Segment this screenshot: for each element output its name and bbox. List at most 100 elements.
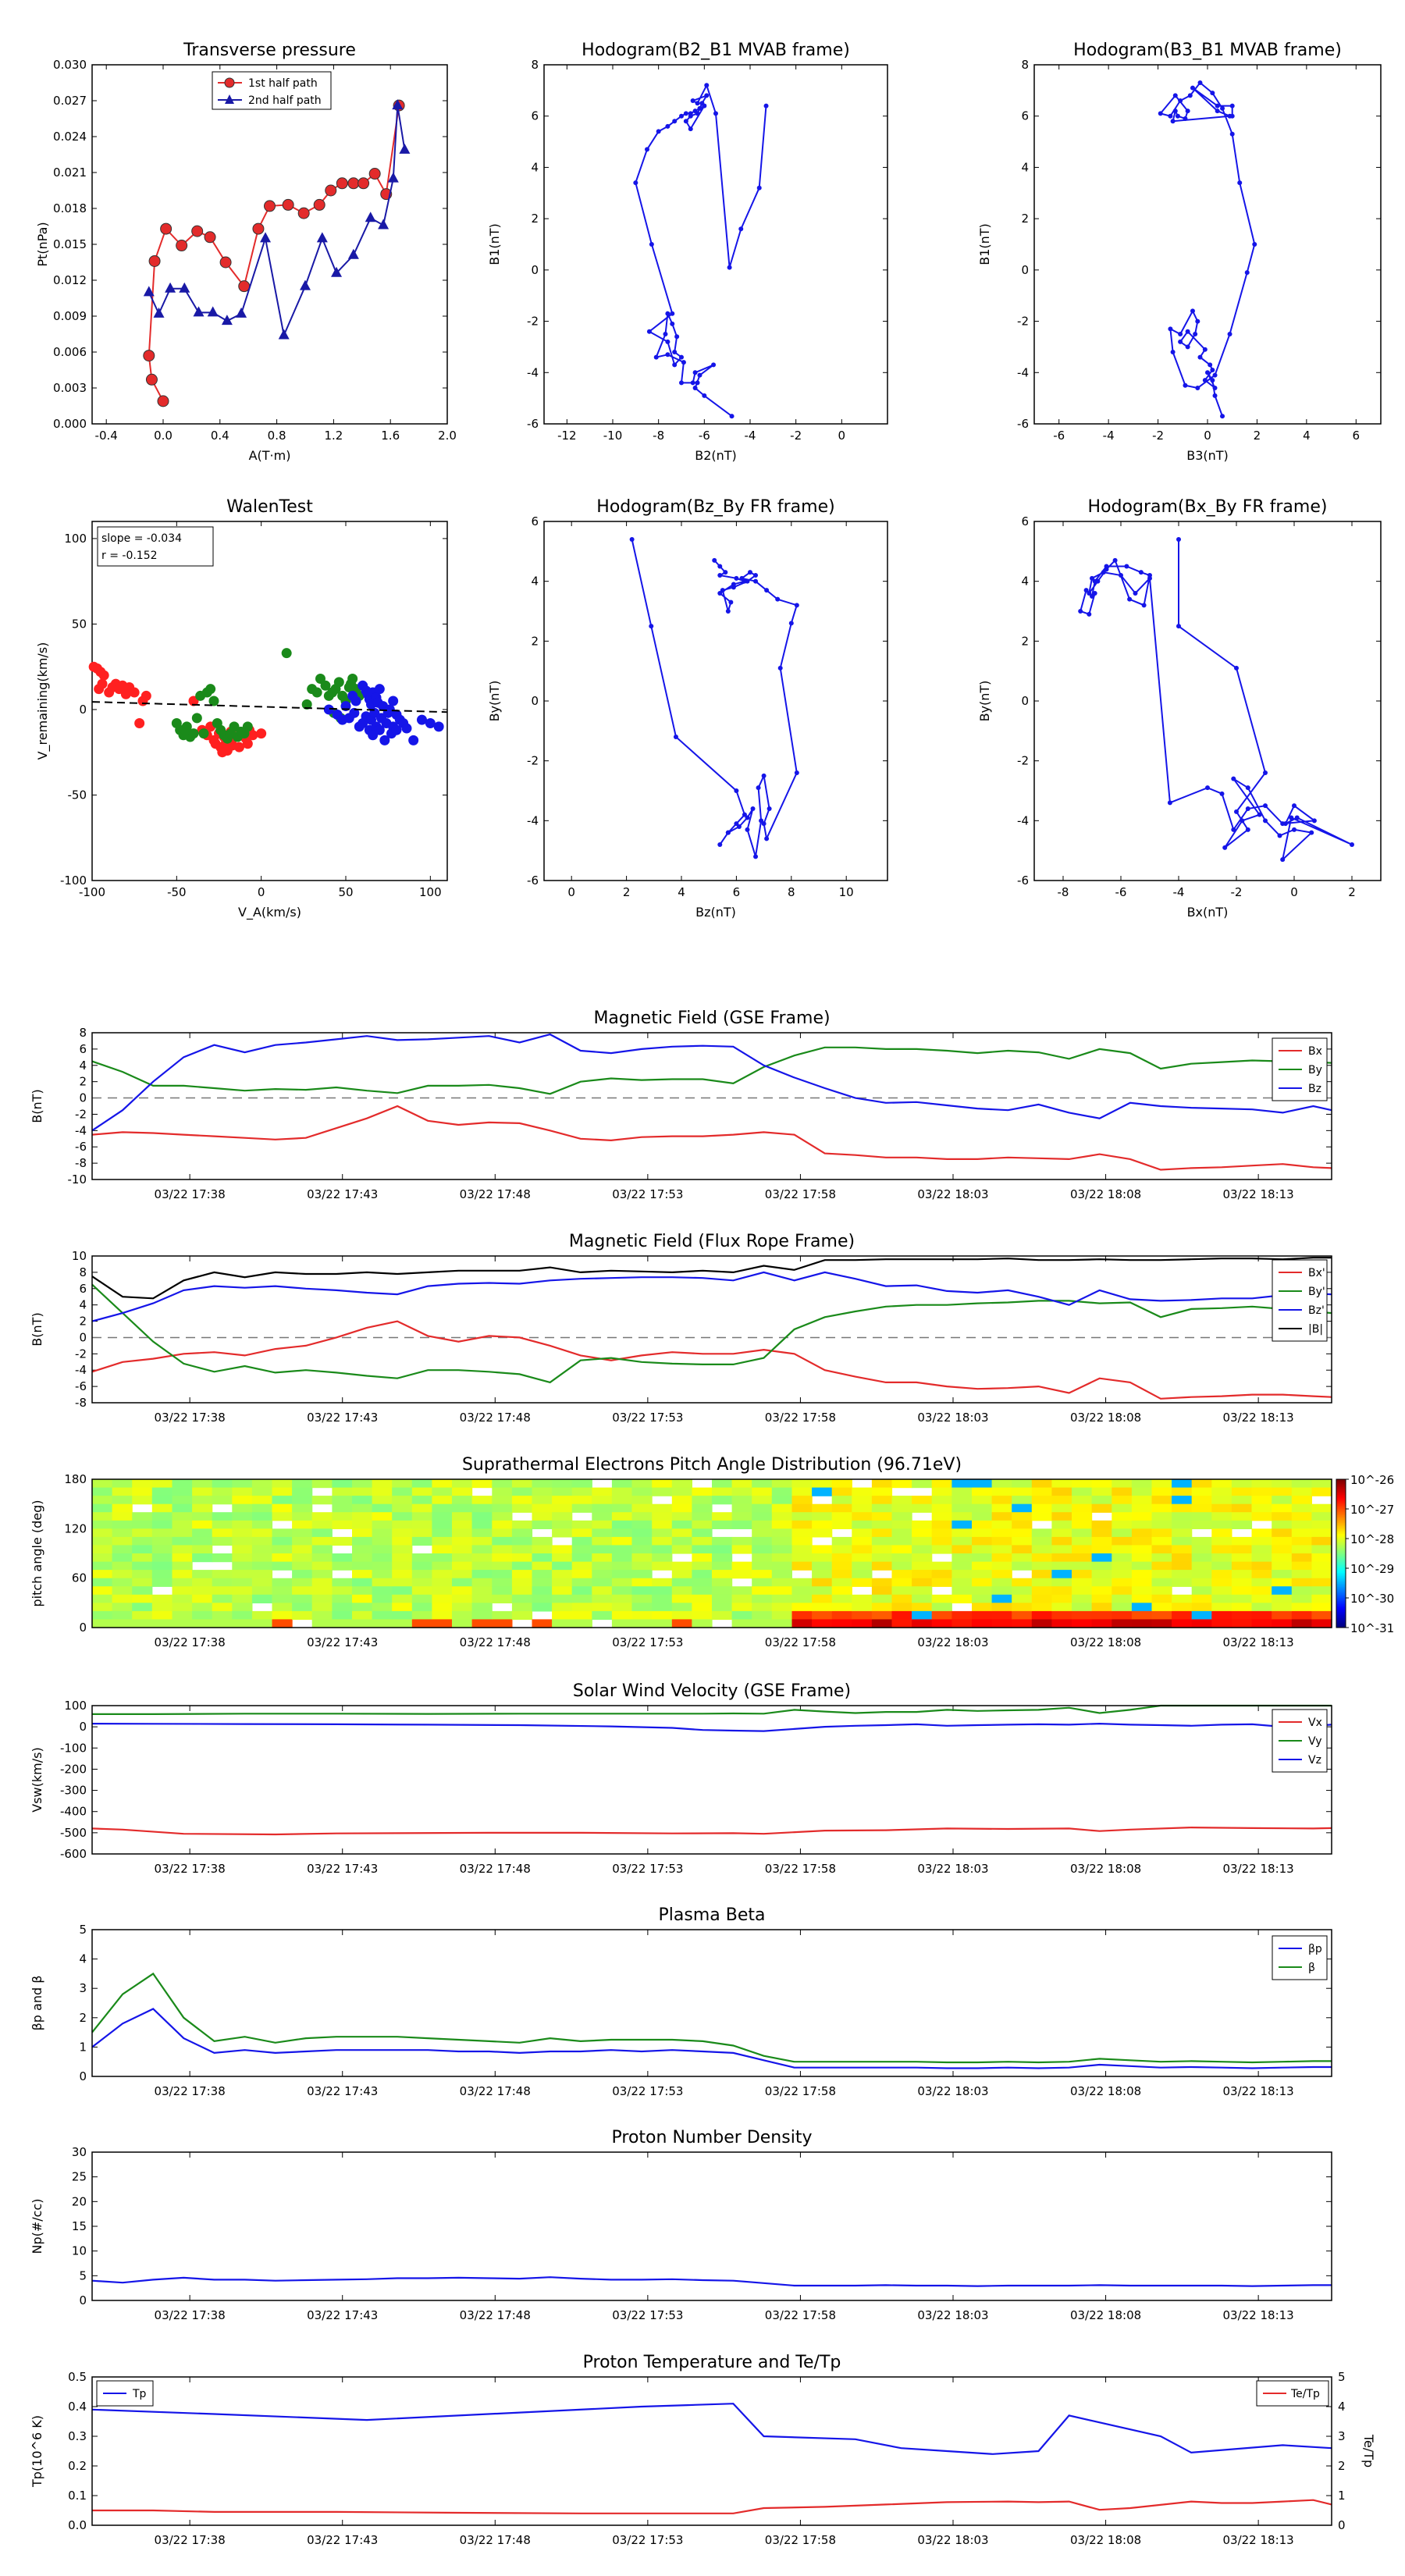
heatmap-cell	[611, 1536, 633, 1546]
heatmap-cell	[1012, 1496, 1033, 1505]
heatmap-cell	[1031, 1536, 1052, 1546]
data-point	[1147, 573, 1152, 578]
chart-title: Transverse pressure	[183, 41, 356, 60]
y-tick-label: -8	[75, 1156, 87, 1170]
y-tick-label: 6	[79, 1282, 87, 1296]
heatmap-cell	[1272, 1503, 1293, 1513]
y-tick-label: 0.4	[68, 2400, 87, 2414]
y-tick-label: 4	[531, 575, 539, 589]
heatmap-cell	[1112, 1528, 1133, 1538]
heatmap-cell	[671, 1603, 692, 1612]
heatmap-cell	[692, 1561, 713, 1571]
data-point	[670, 321, 675, 326]
heatmap-cell	[771, 1503, 792, 1513]
heatmap-cell	[511, 1578, 533, 1587]
heatmap-cell	[112, 1479, 133, 1489]
heatmap-cell	[1291, 1496, 1312, 1505]
data-point	[336, 177, 348, 190]
y-tick-label: 0	[1021, 263, 1029, 277]
heatmap-cell	[92, 1561, 113, 1571]
data-point	[745, 827, 750, 832]
heatmap-cell	[1272, 1570, 1293, 1579]
data-point	[665, 352, 670, 358]
heatmap-cell	[752, 1479, 773, 1489]
colorbar-segment	[1336, 1542, 1346, 1544]
heatmap-cell	[151, 1570, 173, 1579]
chart-title: Hodogram(Bz_By FR frame)	[596, 497, 834, 517]
heatmap-cell	[771, 1594, 792, 1603]
data-point	[1197, 80, 1203, 85]
data-point	[176, 240, 188, 252]
heatmap-cell	[1012, 1545, 1033, 1554]
heatmap-cell	[1051, 1570, 1072, 1579]
heatmap-cell	[852, 1512, 873, 1521]
heatmap-cell	[812, 1586, 833, 1596]
heatmap-cell	[1012, 1479, 1033, 1489]
colorbar-segment	[1336, 1556, 1346, 1558]
y-tick-label: 0.000	[53, 417, 87, 431]
heatmap-cell	[1131, 1603, 1153, 1612]
data-point	[1220, 105, 1225, 111]
chart-panel-2: Hodogram(B3_B1 MVAB frame)-6 -4 -2 0 2 4 6-6-4…	[977, 41, 1382, 463]
series-line	[91, 1320, 1332, 1400]
x-tick-label: 03/22 17:53	[612, 1635, 683, 1649]
y-tick-label: 25	[72, 2170, 87, 2184]
y-axis-label: B1(nT)	[977, 223, 992, 265]
heatmap-cell	[352, 1512, 373, 1521]
y-tick-label: 2	[79, 1075, 87, 1089]
heatmap-cell	[532, 1619, 553, 1628]
heatmap-cell	[592, 1496, 613, 1505]
heatmap-cell	[292, 1496, 313, 1505]
heatmap-cell	[452, 1496, 473, 1505]
heatmap-cell	[631, 1603, 653, 1612]
heatmap-cell	[352, 1578, 373, 1587]
heatmap-cell	[1311, 1503, 1332, 1513]
y-axis-label: βp and β	[30, 1976, 44, 2031]
x-tick-label: -4	[1103, 429, 1115, 443]
heatmap-cell	[1191, 1496, 1212, 1505]
colorbar-segment	[1336, 1495, 1346, 1497]
heatmap-cell	[571, 1479, 592, 1489]
heatmap-cell	[1172, 1561, 1193, 1571]
data-point	[1104, 564, 1109, 569]
legend-label: By	[1308, 1064, 1322, 1076]
data-point	[1170, 119, 1176, 124]
heatmap-cell	[951, 1586, 973, 1596]
heatmap-cell	[471, 1586, 493, 1596]
heatmap-cell	[752, 1553, 773, 1563]
legend-label: |B|	[1308, 1323, 1323, 1336]
heatmap-cell	[771, 1536, 792, 1546]
heatmap-cell	[352, 1570, 373, 1579]
heatmap-cell	[712, 1545, 733, 1554]
y-tick-label: 0	[79, 703, 87, 717]
heatmap-cell	[1191, 1603, 1212, 1612]
y-tick-label: 4	[79, 1952, 87, 1966]
heatmap-cell	[912, 1528, 933, 1538]
heatmap-cell	[1031, 1512, 1052, 1521]
heatmap-cell	[192, 1603, 213, 1612]
colorbar-segment	[1336, 1603, 1346, 1605]
y-tick-label: 0.021	[53, 165, 87, 180]
heatmap-cell	[671, 1487, 692, 1496]
heatmap-cell	[511, 1536, 533, 1546]
series-line	[92, 1704, 1332, 1715]
heatmap-cell	[232, 1561, 253, 1571]
data-point	[207, 306, 219, 317]
heatmap-cell	[731, 1536, 752, 1546]
data-point	[756, 785, 761, 791]
y-tick-label: -6	[75, 1379, 87, 1393]
heatmap-cell	[151, 1578, 173, 1587]
data-point	[278, 329, 290, 340]
data-point	[1185, 344, 1190, 350]
heatmap-cell	[272, 1586, 293, 1596]
heatmap-cell	[1251, 1561, 1272, 1571]
heatmap-cell	[1311, 1479, 1332, 1489]
heatmap-cell	[92, 1528, 113, 1538]
heatmap-cell	[1012, 1578, 1033, 1587]
heatmap-cell	[292, 1545, 313, 1554]
heatmap-cell	[831, 1503, 852, 1513]
y-axis-label: Np(#/cc)	[30, 2199, 44, 2254]
heatmap-cell	[912, 1553, 933, 1563]
heatmap-cell	[292, 1536, 313, 1546]
heatmap-cell	[571, 1619, 592, 1628]
